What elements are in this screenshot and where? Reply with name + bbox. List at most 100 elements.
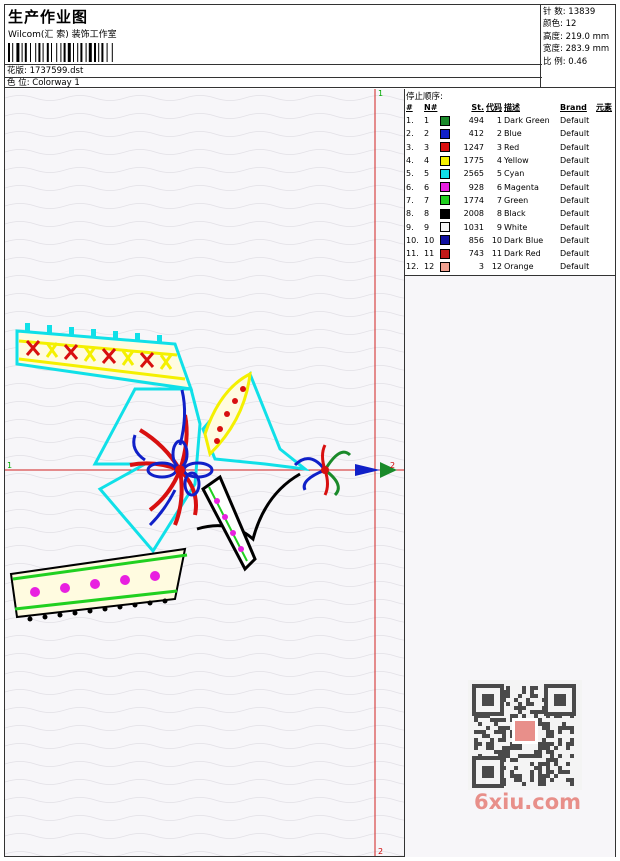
color-row-st: 1775 — [463, 156, 484, 166]
design-row: 花版: 1737599.dst — [5, 64, 542, 78]
color-row-desc: Blue — [504, 129, 522, 139]
color-row-desc: Dark Blue — [504, 235, 544, 245]
color-row-desc: Black — [504, 209, 526, 219]
color-row-element — [595, 127, 613, 140]
color-row-desc: Red — [504, 142, 520, 152]
color-row-st: 2565 — [463, 169, 484, 179]
swatch-icon — [440, 115, 450, 126]
color-table: # N# St. 代码 描述 Brand 元素 1. 1 494 1 Dark Gree… — [405, 101, 613, 274]
swatch-icon — [440, 142, 450, 153]
color-row-brand: Default — [560, 249, 590, 259]
color-row-element — [595, 234, 613, 247]
color-row-code: 6 — [496, 182, 502, 192]
header-element: 元素 — [596, 103, 612, 112]
color-row-brand: Default — [560, 209, 590, 219]
header-desc: 描述 — [504, 103, 520, 112]
swatch-icon — [440, 261, 450, 272]
color-row-n: 8 — [424, 209, 430, 219]
color-row-brand: Default — [560, 129, 590, 139]
color-row-n: 3 — [424, 142, 430, 152]
color-row-code: 9 — [496, 222, 502, 232]
color-row-code: 3 — [496, 142, 502, 152]
stat-height: 高度: 219.0 mm — [543, 31, 610, 42]
color-row-desc: Green — [504, 195, 529, 205]
header-brand: Brand — [560, 103, 587, 112]
color-row-st: 1031 — [463, 222, 484, 232]
color-row-n: 5 — [424, 169, 430, 179]
color-row-element — [595, 180, 613, 193]
color-row: 9. 9 1031 9 White Default — [405, 220, 613, 233]
color-row-element — [595, 141, 613, 154]
design-label: 花版: — [7, 66, 27, 76]
color-row: 2. 2 412 2 Blue Default — [405, 127, 613, 140]
color-row-desc: Magenta — [504, 182, 539, 192]
header-code: 代码 — [486, 103, 502, 112]
color-row-idx: 4. — [406, 156, 414, 166]
header-n: N# — [424, 103, 438, 112]
color-row-code: 8 — [496, 209, 502, 219]
color-swatch — [439, 207, 453, 220]
embroidery-preview — [5, 89, 404, 856]
axis-marker-top: 1 — [378, 89, 384, 98]
color-row-idx: 3. — [406, 142, 414, 152]
color-row-st: 856 — [468, 235, 484, 245]
color-row-code: 11 — [491, 249, 502, 259]
color-swatch — [439, 180, 453, 193]
color-row-n: 11 — [424, 249, 435, 259]
color-row-brand: Default — [560, 182, 590, 192]
color-row-code: 2 — [496, 129, 502, 139]
color-row-desc: Yellow — [504, 156, 529, 166]
color-row-st: 494 — [468, 116, 484, 126]
header-panel: 生产作业图 Wilcom(汇 索) 装饰工作室 花版: 1737599.dst … — [5, 5, 542, 88]
color-row: 10. 10 856 10 Dark Blue Default — [405, 234, 613, 247]
color-row-st: 3 — [478, 262, 484, 272]
swatch-icon — [440, 235, 450, 246]
color-row: 8. 8 2008 8 Black Default — [405, 207, 613, 220]
stat-width: 宽度: 283.9 mm — [543, 44, 610, 55]
color-row-st: 1247 — [463, 142, 484, 152]
color-row-idx: 9. — [406, 222, 414, 232]
color-row: 12. 12 3 12 Orange Default — [405, 260, 613, 273]
swatch-icon — [440, 168, 450, 179]
swatch-icon — [440, 248, 450, 259]
swatch-icon — [440, 195, 450, 206]
color-row-brand: Default — [560, 169, 590, 179]
color-row-element — [595, 114, 613, 127]
studio-name: Wilcom(汇 索) 装饰工作室 — [8, 30, 117, 40]
color-row-desc: Orange — [504, 262, 534, 272]
color-row-idx: 10. — [406, 235, 419, 245]
color-row-code: 12 — [491, 262, 502, 272]
color-swatch — [439, 127, 453, 140]
color-row-idx: 6. — [406, 182, 414, 192]
color-swatch — [439, 260, 453, 273]
color-row-element — [595, 154, 613, 167]
color-swatch — [439, 220, 453, 233]
color-row-desc: Dark Red — [504, 249, 541, 259]
color-row-brand: Default — [560, 116, 590, 126]
color-row-code: 7 — [496, 195, 502, 205]
color-row: 11. 11 743 11 Dark Red Default — [405, 247, 613, 260]
page-title: 生产作业图 — [8, 8, 89, 26]
color-row-code: 1 — [496, 116, 502, 126]
header-idx: # — [406, 103, 413, 112]
color-row-brand: Default — [560, 262, 590, 272]
color-table-header: # N# St. 代码 描述 Brand 元素 — [405, 101, 613, 114]
color-row-element — [595, 260, 613, 273]
color-row-st: 928 — [468, 182, 484, 192]
color-row: 4. 4 1775 4 Yellow Default — [405, 154, 613, 167]
color-row: 6. 6 928 6 Magenta Default — [405, 180, 613, 193]
color-row-n: 4 — [424, 156, 430, 166]
color-row-element — [595, 207, 613, 220]
color-row-brand: Default — [560, 156, 590, 166]
swatch-icon — [440, 128, 450, 139]
color-row: 5. 5 2565 5 Cyan Default — [405, 167, 613, 180]
swatch-icon — [440, 208, 450, 219]
color-row-element — [595, 247, 613, 260]
color-row-idx: 1. — [406, 116, 414, 126]
color-swatch — [439, 167, 453, 180]
stats-panel: 针 数: 13839 颜色: 12 高度: 219.0 mm 宽度: 283.9… — [541, 5, 615, 88]
design-file: 1737599.dst — [29, 66, 84, 76]
color-row-element — [595, 194, 613, 207]
color-row-brand: Default — [560, 142, 590, 152]
stat-scale: 比 例: 0.46 — [543, 56, 588, 67]
